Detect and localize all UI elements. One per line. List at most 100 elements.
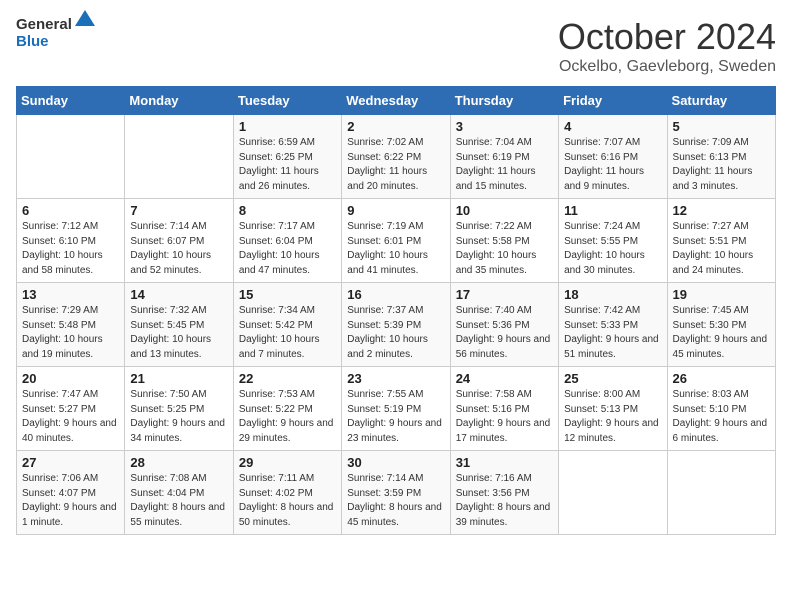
day-number: 22 — [239, 371, 336, 386]
day-number: 24 — [456, 371, 553, 386]
day-number: 31 — [456, 455, 553, 470]
day-info: Sunrise: 7:29 AM Sunset: 5:48 PM Dayligh… — [22, 304, 119, 362]
calendar-cell — [125, 115, 233, 199]
day-number: 26 — [673, 371, 770, 386]
calendar-cell: 7 Sunrise: 7:14 AM Sunset: 6:07 PM Daylig… — [125, 199, 233, 283]
day-info: Sunrise: 7:34 AM Sunset: 5:42 PM Dayligh… — [239, 304, 336, 362]
day-info: Sunrise: 7:14 AM Sunset: 3:59 PM Dayligh… — [347, 472, 444, 530]
day-info: Sunrise: 7:40 AM Sunset: 5:36 PM Dayligh… — [456, 304, 553, 362]
week-row-3: 13 Sunrise: 7:29 AM Sunset: 5:48 PM Dayli… — [17, 283, 776, 367]
day-number: 23 — [347, 371, 444, 386]
calendar-cell: 28 Sunrise: 7:08 AM Sunset: 4:04 PM Dayli… — [125, 451, 233, 535]
calendar-cell: 10 Sunrise: 7:22 AM Sunset: 5:58 PM Dayli… — [450, 199, 558, 283]
day-number: 1 — [239, 119, 336, 134]
day-info: Sunrise: 7:55 AM Sunset: 5:19 PM Dayligh… — [347, 388, 444, 446]
day-info: Sunrise: 7:37 AM Sunset: 5:39 PM Dayligh… — [347, 304, 444, 362]
day-number: 15 — [239, 287, 336, 302]
week-row-4: 20Sunrise: 7:47 AM Sunset: 5:27 PM Dayli… — [17, 367, 776, 451]
day-info: Sunrise: 7:07 AM Sunset: 6:16 PM Dayligh… — [564, 136, 661, 194]
header-wednesday: Wednesday — [342, 87, 450, 115]
day-number: 21 — [130, 371, 227, 386]
day-info: Sunrise: 7:16 AM Sunset: 3:56 PM Dayligh… — [456, 472, 553, 530]
calendar-header-row: SundayMondayTuesdayWednesdayThursdayFrid… — [17, 87, 776, 115]
day-info: Sunrise: 6:59 AM Sunset: 6:25 PM Dayligh… — [239, 136, 336, 194]
day-info: Sunrise: 7:06 AM Sunset: 4:07 PM Dayligh… — [22, 472, 119, 530]
calendar-cell: 17Sunrise: 7:40 AM Sunset: 5:36 PM Dayli… — [450, 283, 558, 367]
calendar-cell: 29Sunrise: 7:11 AM Sunset: 4:02 PM Dayli… — [233, 451, 341, 535]
week-row-2: 6 Sunrise: 7:12 AM Sunset: 6:10 PM Daylig… — [17, 199, 776, 283]
calendar-cell: 15 Sunrise: 7:34 AM Sunset: 5:42 PM Dayli… — [233, 283, 341, 367]
calendar-cell: 27Sunrise: 7:06 AM Sunset: 4:07 PM Dayli… — [17, 451, 125, 535]
day-info: Sunrise: 7:45 AM Sunset: 5:30 PM Dayligh… — [673, 304, 770, 362]
day-number: 4 — [564, 119, 661, 134]
day-info: Sunrise: 8:00 AM Sunset: 5:13 PM Dayligh… — [564, 388, 661, 446]
calendar-cell: 26Sunrise: 8:03 AM Sunset: 5:10 PM Dayli… — [667, 367, 775, 451]
calendar-cell: 1 Sunrise: 6:59 AM Sunset: 6:25 PM Daylig… — [233, 115, 341, 199]
day-number: 18 — [564, 287, 661, 302]
calendar-cell: 25 Sunrise: 8:00 AM Sunset: 5:13 PM Dayli… — [559, 367, 667, 451]
calendar-cell — [559, 451, 667, 535]
day-info: Sunrise: 7:27 AM Sunset: 5:51 PM Dayligh… — [673, 220, 770, 278]
calendar-cell: 20Sunrise: 7:47 AM Sunset: 5:27 PM Dayli… — [17, 367, 125, 451]
day-number: 12 — [673, 203, 770, 218]
day-info: Sunrise: 7:17 AM Sunset: 6:04 PM Dayligh… — [239, 220, 336, 278]
title-month: October 2024 — [558, 16, 776, 58]
header-friday: Friday — [559, 87, 667, 115]
day-number: 16 — [347, 287, 444, 302]
header-thursday: Thursday — [450, 87, 558, 115]
day-info: Sunrise: 7:19 AM Sunset: 6:01 PM Dayligh… — [347, 220, 444, 278]
day-number: 6 — [22, 203, 119, 218]
day-number: 10 — [456, 203, 553, 218]
calendar-cell: 24 Sunrise: 7:58 AM Sunset: 5:16 PM Dayli… — [450, 367, 558, 451]
day-info: Sunrise: 7:12 AM Sunset: 6:10 PM Dayligh… — [22, 220, 119, 278]
day-number: 14 — [130, 287, 227, 302]
day-number: 19 — [673, 287, 770, 302]
calendar-cell: 23 Sunrise: 7:55 AM Sunset: 5:19 PM Dayli… — [342, 367, 450, 451]
calendar-cell: 14 Sunrise: 7:32 AM Sunset: 5:45 PM Dayli… — [125, 283, 233, 367]
day-number: 3 — [456, 119, 553, 134]
day-info: Sunrise: 7:58 AM Sunset: 5:16 PM Dayligh… — [456, 388, 553, 446]
day-number: 20 — [22, 371, 119, 386]
day-number: 30 — [347, 455, 444, 470]
calendar-cell: 16 Sunrise: 7:37 AM Sunset: 5:39 PM Dayli… — [342, 283, 450, 367]
calendar-cell: 11Sunrise: 7:24 AM Sunset: 5:55 PM Dayli… — [559, 199, 667, 283]
logo: General Blue — [16, 16, 95, 50]
calendar-cell: 9 Sunrise: 7:19 AM Sunset: 6:01 PM Daylig… — [342, 199, 450, 283]
calendar-cell: 18Sunrise: 7:42 AM Sunset: 5:33 PM Dayli… — [559, 283, 667, 367]
title-block: October 2024 Ockelbo, Gaevleborg, Sweden — [558, 16, 776, 76]
day-number: 28 — [130, 455, 227, 470]
day-info: Sunrise: 7:53 AM Sunset: 5:22 PM Dayligh… — [239, 388, 336, 446]
calendar-cell — [667, 451, 775, 535]
calendar-cell — [17, 115, 125, 199]
day-number: 13 — [22, 287, 119, 302]
day-info: Sunrise: 7:08 AM Sunset: 4:04 PM Dayligh… — [130, 472, 227, 530]
calendar-cell: 3Sunrise: 7:04 AM Sunset: 6:19 PM Daylig… — [450, 115, 558, 199]
day-info: Sunrise: 7:14 AM Sunset: 6:07 PM Dayligh… — [130, 220, 227, 278]
day-number: 25 — [564, 371, 661, 386]
calendar-cell: 6 Sunrise: 7:12 AM Sunset: 6:10 PM Daylig… — [17, 199, 125, 283]
day-info: Sunrise: 7:32 AM Sunset: 5:45 PM Dayligh… — [130, 304, 227, 362]
day-info: Sunrise: 7:50 AM Sunset: 5:25 PM Dayligh… — [130, 388, 227, 446]
calendar-cell: 19 Sunrise: 7:45 AM Sunset: 5:30 PM Dayli… — [667, 283, 775, 367]
calendar-cell: 22 Sunrise: 7:53 AM Sunset: 5:22 PM Dayli… — [233, 367, 341, 451]
day-info: Sunrise: 7:22 AM Sunset: 5:58 PM Dayligh… — [456, 220, 553, 278]
day-number: 29 — [239, 455, 336, 470]
calendar-cell: 13 Sunrise: 7:29 AM Sunset: 5:48 PM Dayli… — [17, 283, 125, 367]
calendar-cell: 31 Sunrise: 7:16 AM Sunset: 3:56 PM Dayli… — [450, 451, 558, 535]
day-number: 5 — [673, 119, 770, 134]
day-number: 7 — [130, 203, 227, 218]
header-saturday: Saturday — [667, 87, 775, 115]
header-tuesday: Tuesday — [233, 87, 341, 115]
page-header: General Blue October 2024 Ockelbo, Gaevl… — [16, 16, 776, 76]
day-info: Sunrise: 7:02 AM Sunset: 6:22 PM Dayligh… — [347, 136, 444, 194]
calendar-cell: 8 Sunrise: 7:17 AM Sunset: 6:04 PM Daylig… — [233, 199, 341, 283]
calendar-cell: 2Sunrise: 7:02 AM Sunset: 6:22 PM Daylig… — [342, 115, 450, 199]
logo-icon — [75, 8, 95, 28]
title-location: Ockelbo, Gaevleborg, Sweden — [558, 58, 776, 76]
calendar-table: SundayMondayTuesdayWednesdayThursdayFrid… — [16, 86, 776, 535]
day-info: Sunrise: 7:24 AM Sunset: 5:55 PM Dayligh… — [564, 220, 661, 278]
day-number: 9 — [347, 203, 444, 218]
calendar-cell: 30 Sunrise: 7:14 AM Sunset: 3:59 PM Dayli… — [342, 451, 450, 535]
day-number: 8 — [239, 203, 336, 218]
week-row-1: 1 Sunrise: 6:59 AM Sunset: 6:25 PM Daylig… — [17, 115, 776, 199]
